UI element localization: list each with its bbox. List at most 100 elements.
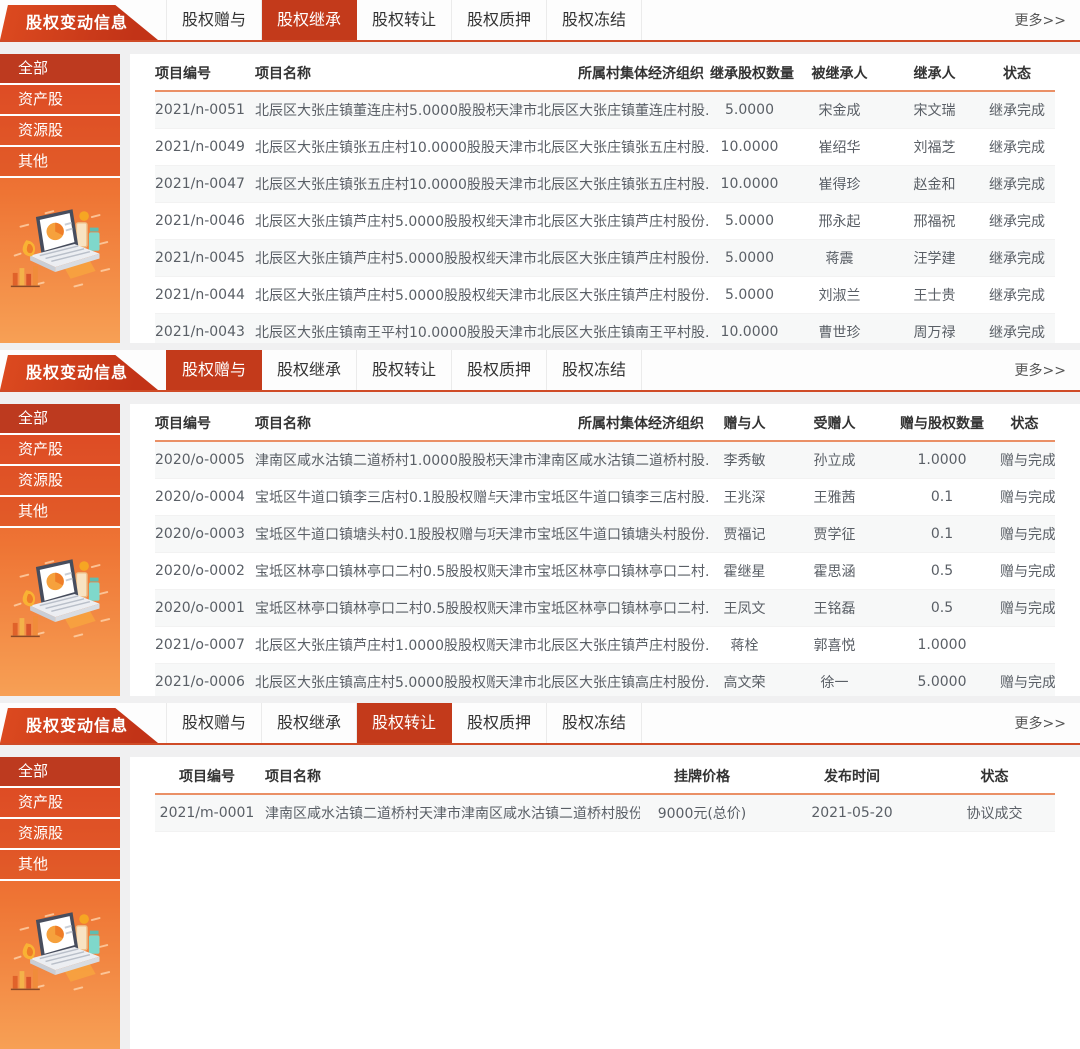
table-cell: 5.0000 <box>890 674 1000 690</box>
table-row[interactable]: 2021/n-0049北辰区大张庄镇张五庄村10.0000股股权继...天津市北… <box>155 129 1055 166</box>
table-row[interactable]: 2021/m-0001津南区咸水沽镇二道桥村天津市津南区咸水沽镇二道桥村股份经.… <box>155 795 1055 832</box>
section-title: 股权变动信息 <box>26 13 128 32</box>
table-row[interactable]: 2020/o-0002宝坻区林亭口镇林亭口二村0.5股股权赠与...天津市宝坻区… <box>155 553 1055 590</box>
table-row[interactable]: 2021/n-0051北辰区大张庄镇董连庄村5.0000股股权继...天津市北辰… <box>155 92 1055 129</box>
tab-股权冻结[interactable]: 股权冻结 <box>547 703 642 743</box>
laptop-chart-illustration-svg <box>7 897 113 997</box>
table-row[interactable]: 2021/o-0006北辰区大张庄镇高庄村5.0000股股权赠与...天津市北辰… <box>155 664 1055 696</box>
section-title: 股权变动信息 <box>26 716 128 735</box>
sidebar-item-资产股[interactable]: 资产股 <box>0 788 120 819</box>
table-cell: 宝坻区林亭口镇林亭口二村0.5股股权赠与... <box>255 561 495 581</box>
table-cell: 天津市津南区咸水沽镇二道桥村股... <box>495 450 710 470</box>
laptop-finance-chart-illustration <box>7 544 113 644</box>
table-cell: 徐一 <box>785 672 890 692</box>
sidebar-item-资源股[interactable]: 资源股 <box>0 466 120 497</box>
table-cell: 津南区咸水沽镇二道桥村1.0000股股权赠... <box>255 450 495 470</box>
inheritance-table: 项目编号项目名称所属村集体经济组织继承股权数量被继承人继承人状态 2021/n-… <box>130 54 1080 343</box>
table-cell: 天津市宝坻区牛道口镇李三店村股... <box>495 487 710 507</box>
table-cell: 刘淑兰 <box>795 285 890 305</box>
table-cell: 赠与完成 <box>1000 450 1055 470</box>
sidebar-item-其他[interactable]: 其他 <box>0 497 120 528</box>
table-cell: 2021/n-0046 <box>155 213 255 229</box>
table-row[interactable]: 2021/o-0007北辰区大张庄镇芦庄村1.0000股股权赠与...天津市北辰… <box>155 627 1055 664</box>
column-header: 项目名称 <box>265 766 640 786</box>
table-cell: 曹世珍 <box>795 322 890 342</box>
tab-股权赠与[interactable]: 股权赠与 <box>166 350 262 390</box>
table-row[interactable]: 2021/n-0044北辰区大张庄镇芦庄村5.0000股股权继承...天津市北辰… <box>155 277 1055 314</box>
sidebar-item-全部[interactable]: 全部 <box>0 54 120 85</box>
tab-股权转让[interactable]: 股权转让 <box>357 350 452 390</box>
column-header: 项目名称 <box>255 413 495 433</box>
section-title-ribbon: 股权变动信息 <box>0 355 158 390</box>
sidebar-item-其他[interactable]: 其他 <box>0 147 120 178</box>
table-row[interactable]: 2020/o-0001宝坻区林亭口镇林亭口二村0.5股股权赠与...天津市宝坻区… <box>155 590 1055 627</box>
table-cell: 蒋栓 <box>710 635 785 655</box>
column-header: 项目编号 <box>155 766 265 786</box>
category-sidebar: 全部资产股资源股其他 <box>0 54 120 343</box>
column-header: 受赠人 <box>785 413 890 433</box>
table-cell: 2021/n-0043 <box>155 324 255 340</box>
tab-股权质押[interactable]: 股权质押 <box>452 703 547 743</box>
sidebar-item-资源股[interactable]: 资源股 <box>0 116 120 147</box>
table-cell: 10.0000 <box>710 139 795 155</box>
table-row[interactable]: 2021/n-0046北辰区大张庄镇芦庄村5.0000股股权继承...天津市北辰… <box>155 203 1055 240</box>
tab-bar: 股权赠与股权继承股权转让股权质押股权冻结 <box>166 350 642 390</box>
more-link[interactable]: 更多>> <box>1015 360 1080 380</box>
table-cell: 天津市北辰区大张庄镇高庄村股份... <box>495 672 710 692</box>
table-cell: 北辰区大张庄镇张五庄村10.0000股股权继... <box>255 174 495 194</box>
table-cell: 赠与完成 <box>1000 598 1055 618</box>
table-cell: 继承完成 <box>985 137 1055 157</box>
table-cell: 5.0000 <box>710 250 795 266</box>
table-row[interactable]: 2021/n-0045北辰区大张庄镇芦庄村5.0000股股权继承...天津市北辰… <box>155 240 1055 277</box>
sidebar-item-资产股[interactable]: 资产股 <box>0 85 120 116</box>
table-body: 2020/o-0005津南区咸水沽镇二道桥村1.0000股股权赠...天津市津南… <box>155 442 1055 696</box>
tab-股权继承[interactable]: 股权继承 <box>262 350 357 390</box>
table-cell: 2021/n-0044 <box>155 287 255 303</box>
tab-股权继承[interactable]: 股权继承 <box>262 0 357 40</box>
tab-股权质押[interactable]: 股权质押 <box>452 350 547 390</box>
table-cell: 孙立成 <box>785 450 890 470</box>
table-row[interactable]: 2020/o-0005津南区咸水沽镇二道桥村1.0000股股权赠...天津市津南… <box>155 442 1055 479</box>
table-row[interactable]: 2020/o-0004宝坻区牛道口镇李三店村0.1股股权赠与项目天津市宝坻区牛道… <box>155 479 1055 516</box>
tab-股权冻结[interactable]: 股权冻结 <box>547 0 642 40</box>
more-link[interactable]: 更多>> <box>1015 10 1080 30</box>
table-row[interactable]: 2021/n-0043北辰区大张庄镇南王平村10.0000股股权继...天津市北… <box>155 314 1055 343</box>
tab-股权冻结[interactable]: 股权冻结 <box>547 350 642 390</box>
tab-股权继承[interactable]: 股权继承 <box>262 703 357 743</box>
table-cell: 2020/o-0003 <box>155 526 255 542</box>
transfer-table: 项目编号项目名称挂牌价格发布时间状态 2021/m-0001津南区咸水沽镇二道桥… <box>130 757 1080 1049</box>
tab-股权转让[interactable]: 股权转让 <box>357 703 452 743</box>
tab-bar: 股权赠与股权继承股权转让股权质押股权冻结 <box>166 0 642 40</box>
table-row[interactable]: 2021/n-0047北辰区大张庄镇张五庄村10.0000股股权继...天津市北… <box>155 166 1055 203</box>
table-cell: 2021/n-0047 <box>155 176 255 192</box>
sidebar-item-资源股[interactable]: 资源股 <box>0 819 120 850</box>
sidebar-item-其他[interactable]: 其他 <box>0 850 120 881</box>
table-header-row: 项目编号项目名称所属村集体经济组织赠与人受赠人赠与股权数量状态 <box>155 406 1055 442</box>
tab-股权赠与[interactable]: 股权赠与 <box>166 703 262 743</box>
table-cell: 崔绍华 <box>795 137 890 157</box>
table-cell: 赠与完成 <box>1000 487 1055 507</box>
column-header: 所属村集体经济组织 <box>495 413 710 433</box>
column-header: 赠与股权数量 <box>890 413 1000 433</box>
table-row[interactable]: 2020/o-0003宝坻区牛道口镇塘头村0.1股股权赠与项目天津市宝坻区牛道口… <box>155 516 1055 553</box>
table-cell: 2021/m-0001 <box>155 805 265 821</box>
table-cell: 天津市北辰区大张庄镇芦庄村股份... <box>495 248 710 268</box>
tab-股权赠与[interactable]: 股权赠与 <box>166 0 262 40</box>
table-cell: 0.1 <box>890 489 1000 505</box>
equity-change-section-inherit: 股权变动信息 股权赠与股权继承股权转让股权质押股权冻结 更多>> 全部资产股资源… <box>0 0 1080 343</box>
table-cell: 2020/o-0002 <box>155 563 255 579</box>
tab-股权转让[interactable]: 股权转让 <box>357 0 452 40</box>
table-cell: 继承完成 <box>985 285 1055 305</box>
section-body: 全部资产股资源股其他 <box>0 54 1080 343</box>
equity-change-section-transfer: 股权变动信息 股权赠与股权继承股权转让股权质押股权冻结 更多>> 全部资产股资源… <box>0 703 1080 1049</box>
sidebar-item-资产股[interactable]: 资产股 <box>0 435 120 466</box>
table-cell: 10.0000 <box>710 324 795 340</box>
tab-股权质押[interactable]: 股权质押 <box>452 0 547 40</box>
sidebar-item-全部[interactable]: 全部 <box>0 404 120 435</box>
sidebar-item-全部[interactable]: 全部 <box>0 757 120 788</box>
table-cell: 崔得珍 <box>795 174 890 194</box>
table-cell: 周万禄 <box>890 322 985 342</box>
table-cell: 0.5 <box>890 563 1000 579</box>
table-cell: 天津市北辰区大张庄镇张五庄村股... <box>495 174 710 194</box>
more-link[interactable]: 更多>> <box>1015 713 1080 733</box>
